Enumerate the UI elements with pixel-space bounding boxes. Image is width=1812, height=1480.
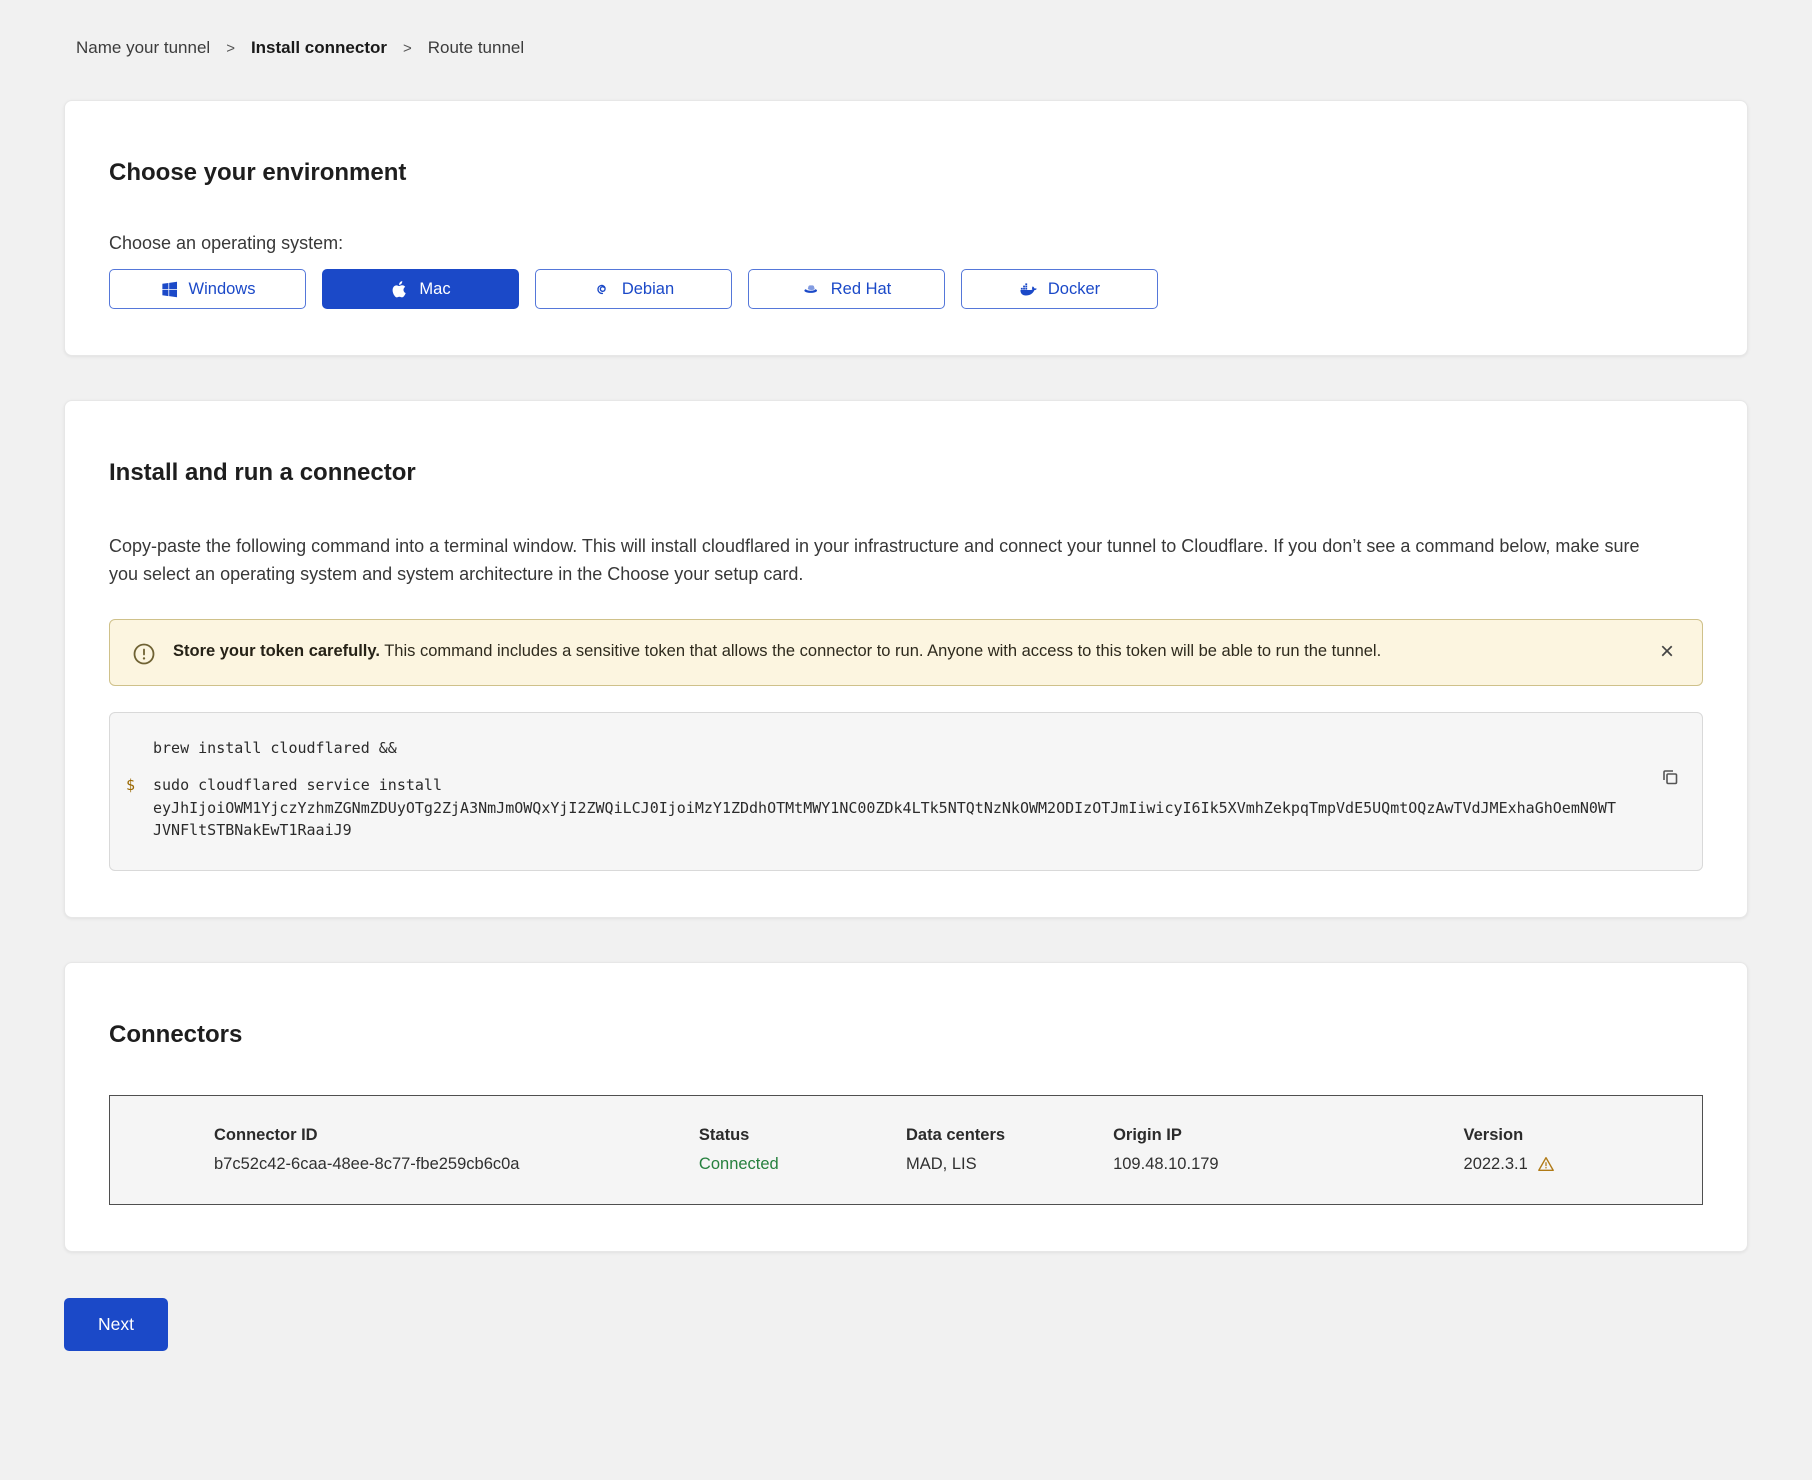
page: Name your tunnel > Install connector > R… <box>0 0 1812 1411</box>
header-connector-id: Connector ID <box>110 1095 699 1155</box>
code-token: eyJhIjoiOWM1YjczYzhmZGNmZDUyOTg2ZjA3NmJm… <box>153 799 1616 840</box>
os-button-mac[interactable]: Mac <box>322 269 519 309</box>
origin-ip-value: 109.48.10.179 <box>1113 1155 1463 1205</box>
os-button-label: Red Hat <box>831 280 892 299</box>
connectors-table-header-row: Connector ID Status Data centers Origin … <box>110 1095 1703 1155</box>
os-button-label: Docker <box>1048 280 1100 299</box>
connector-id-value: b7c52c42-6caa-48ee-8c77-fbe259cb6c0a <box>110 1155 699 1205</box>
header-version: Version <box>1464 1095 1703 1155</box>
os-button-redhat[interactable]: Red Hat <box>748 269 945 309</box>
alert-body: This command includes a sensitive token … <box>380 642 1381 660</box>
breadcrumb-route-tunnel: Route tunnel <box>428 38 524 58</box>
os-button-group: Windows Mac Debian <box>109 269 1703 309</box>
os-button-label: Windows <box>189 280 256 299</box>
code-text-brew: brew install cloudflared && <box>153 737 406 760</box>
alert-title: Store your token carefully. <box>173 642 380 660</box>
next-button[interactable]: Next <box>64 1298 168 1351</box>
connectors-title: Connectors <box>109 1021 1703 1049</box>
redhat-icon <box>802 280 821 299</box>
apple-icon <box>390 280 409 299</box>
choose-environment-title: Choose your environment <box>109 159 1703 187</box>
os-button-docker[interactable]: Docker <box>961 269 1158 309</box>
token-warning-alert: Store your token carefully. This command… <box>109 619 1703 686</box>
data-centers-value: MAD, LIS <box>906 1155 1113 1205</box>
code-line-1: brew install cloudflared && <box>126 737 1622 760</box>
windows-icon <box>160 280 179 299</box>
version-value: 2022.3.1 <box>1464 1155 1703 1205</box>
breadcrumb-separator: > <box>403 40 412 57</box>
code-line-2: $ sudo cloudflared service install eyJhI… <box>126 774 1622 842</box>
os-button-debian[interactable]: Debian <box>535 269 732 309</box>
status-badge: Connected <box>699 1155 779 1173</box>
version-warning-icon <box>1537 1155 1555 1173</box>
shell-prompt: $ <box>126 774 153 842</box>
code-gutter <box>126 737 153 760</box>
version-number: 2022.3.1 <box>1464 1155 1528 1174</box>
copy-icon[interactable] <box>1658 765 1682 789</box>
table-row: b7c52c42-6caa-48ee-8c77-fbe259cb6c0a Con… <box>110 1155 1703 1205</box>
alert-close-icon[interactable]: × <box>1652 636 1682 668</box>
os-button-windows[interactable]: Windows <box>109 269 306 309</box>
breadcrumb: Name your tunnel > Install connector > R… <box>76 38 1748 58</box>
header-data-centers: Data centers <box>906 1095 1113 1155</box>
connectors-table: Connector ID Status Data centers Origin … <box>109 1095 1703 1205</box>
breadcrumb-install-connector: Install connector <box>251 38 387 58</box>
breadcrumb-separator: > <box>226 40 235 57</box>
warning-circle-icon <box>132 642 156 666</box>
status-value: Connected <box>699 1155 906 1205</box>
code-command: sudo cloudflared service install <box>153 776 442 794</box>
os-button-label: Debian <box>622 280 674 299</box>
connectors-card: Connectors Connector ID Status Data cent… <box>64 962 1748 1252</box>
header-status: Status <box>699 1095 906 1155</box>
docker-icon <box>1019 280 1038 299</box>
header-origin-ip: Origin IP <box>1113 1095 1463 1155</box>
install-description: Copy-paste the following command into a … <box>109 533 1669 589</box>
install-connector-card: Install and run a connector Copy-paste t… <box>64 400 1748 918</box>
install-command-code-block: brew install cloudflared && $ sudo cloud… <box>109 712 1703 871</box>
os-button-label: Mac <box>419 280 450 299</box>
install-connector-title: Install and run a connector <box>109 459 1703 487</box>
alert-text: Store your token carefully. This command… <box>173 639 1381 665</box>
code-text-service-install: sudo cloudflared service install eyJhIjo… <box>153 774 1622 842</box>
os-select-label: Choose an operating system: <box>109 233 1703 254</box>
choose-environment-card: Choose your environment Choose an operat… <box>64 100 1748 356</box>
debian-icon <box>593 280 612 299</box>
breadcrumb-name-your-tunnel[interactable]: Name your tunnel <box>76 38 210 58</box>
